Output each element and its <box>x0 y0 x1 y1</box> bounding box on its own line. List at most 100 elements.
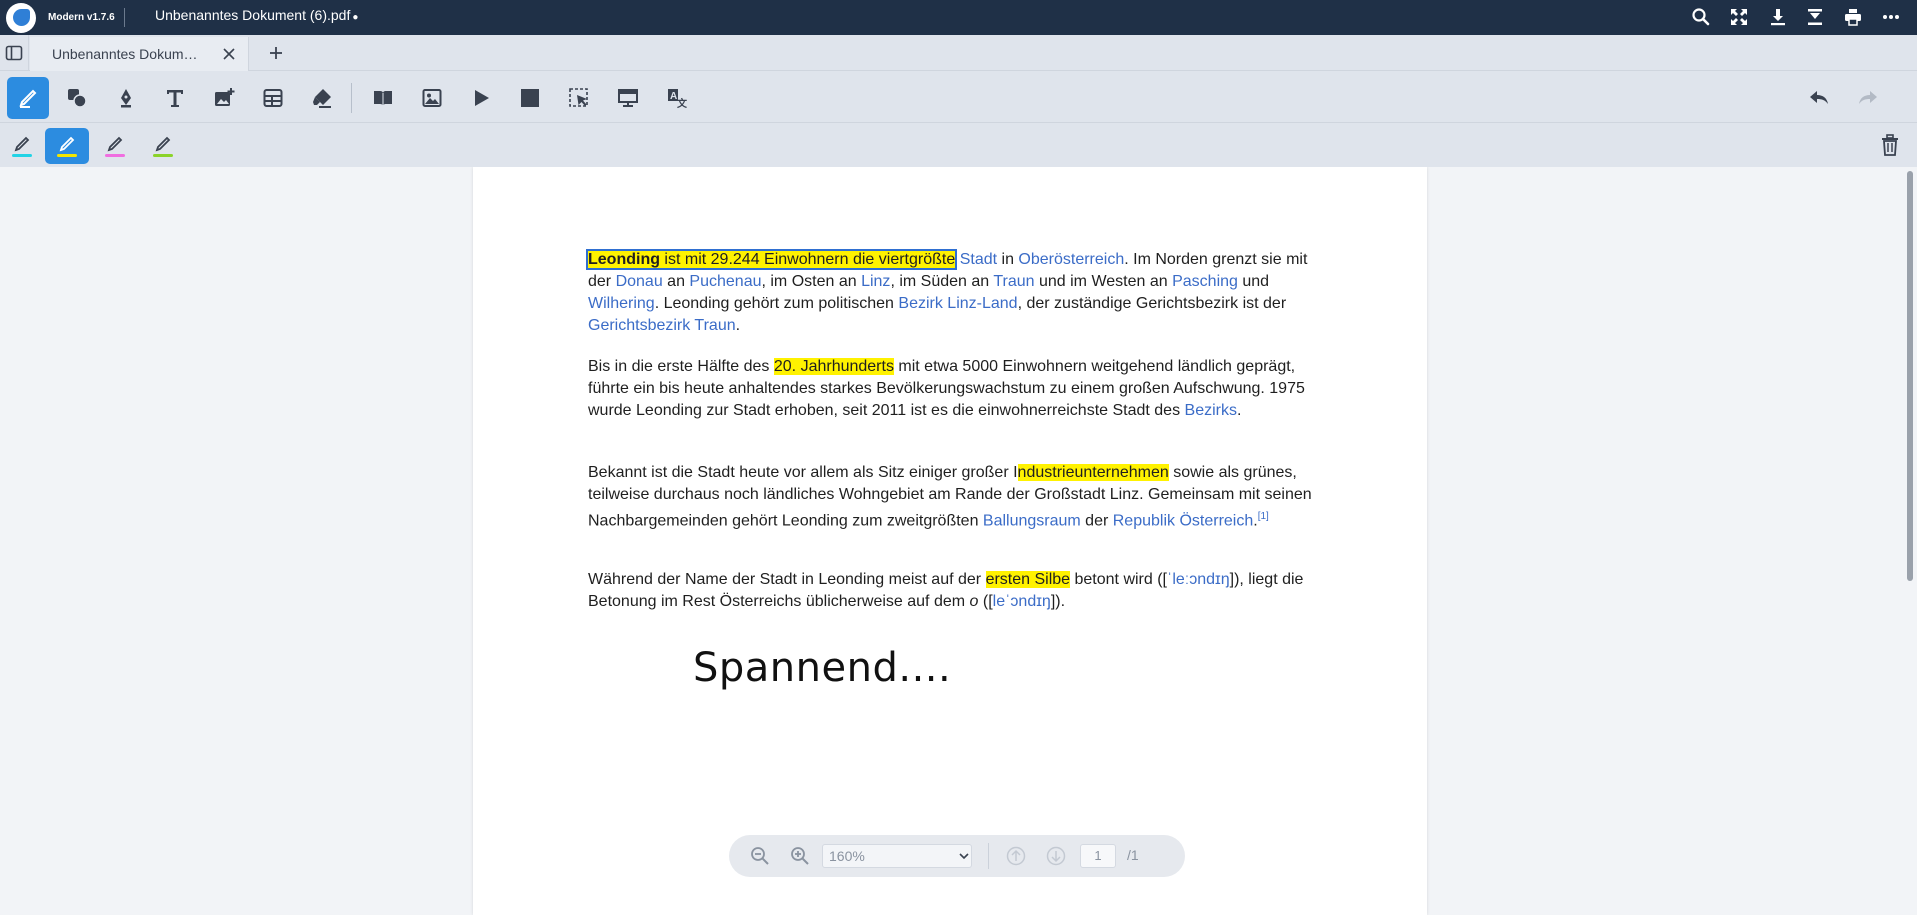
text: . <box>1236 402 1242 419</box>
paragraph-3: Bekannt ist die Stadt heute vor allem al… <box>588 462 1328 532</box>
ipa-link[interactable]: leˈɔndɪŋ <box>993 593 1051 610</box>
undo-icon <box>1810 91 1828 104</box>
scrollbar-thumb[interactable] <box>1907 171 1913 581</box>
fullscreen-button[interactable] <box>1728 7 1750 27</box>
highlight-text: Leonding <box>588 251 660 268</box>
text: Während der Name der Stadt in Leonding m… <box>588 571 986 588</box>
book-view-button[interactable] <box>362 77 404 119</box>
highlighter-yellow-button[interactable] <box>45 128 89 164</box>
presentation-button[interactable] <box>607 77 649 119</box>
ink-tool-button[interactable] <box>105 77 147 119</box>
main-toolbar: A文 <box>0 71 1917 123</box>
link-puchenau[interactable]: Puchenau <box>689 273 761 290</box>
title-bar: Modern v1.7.6 Unbenanntes Dokument (6).p… <box>0 0 1917 35</box>
tab-bar: Unbenanntes Dokument (6).pdf <box>0 35 1917 71</box>
scrollbar[interactable] <box>1905 167 1915 915</box>
text: und im Westen an <box>1034 273 1173 290</box>
link-gerichtsbezirk-traun[interactable]: Gerichtsbezirk Traun <box>588 317 736 334</box>
table-tool-button[interactable] <box>252 77 294 119</box>
eraser-tool-button[interactable] <box>301 77 343 119</box>
highlight-annotation[interactable]: ndustrieunternehmen <box>1017 464 1169 481</box>
text: an <box>662 273 690 290</box>
text: ]). <box>1050 593 1066 610</box>
text: Bekannt ist die Stadt heute vor allem al… <box>588 464 1018 481</box>
link-linz[interactable]: Linz <box>861 273 890 290</box>
highlighter-pink-icon <box>105 136 125 157</box>
save-button[interactable] <box>1804 7 1826 27</box>
highlighter-cyan-button[interactable] <box>0 128 44 164</box>
zoom-select[interactable]: 160% <box>822 844 972 868</box>
download-button[interactable] <box>1767 7 1789 27</box>
link-republik-oesterreich[interactable]: Republik Österreich <box>1113 512 1254 529</box>
chevron-down-icon <box>959 853 969 860</box>
link-stadt[interactable]: Stadt <box>960 251 997 268</box>
selected-highlight[interactable]: Leonding ist mit 29.244 Einwohnern die v… <box>585 249 958 270</box>
select-area-icon <box>569 88 588 107</box>
zoom-out-button[interactable] <box>749 845 771 867</box>
redo-button[interactable] <box>1847 77 1889 119</box>
text: , im Süden an <box>890 273 994 290</box>
tab-label: Unbenanntes Dokument (6).pdf <box>52 46 202 62</box>
text: . <box>735 317 741 334</box>
select-area-button[interactable] <box>558 77 600 119</box>
link-pasching[interactable]: Pasching <box>1172 273 1238 290</box>
stop-button[interactable] <box>509 77 551 119</box>
divider <box>988 843 989 869</box>
search-button[interactable] <box>1690 7 1712 27</box>
fullscreen-icon <box>1731 9 1747 25</box>
undo-button[interactable] <box>1798 77 1840 119</box>
close-icon[interactable] <box>222 47 236 61</box>
link-wilhering[interactable]: Wilhering <box>588 295 655 312</box>
highlight-annotation[interactable]: ersten Silbe <box>985 571 1071 588</box>
text: und <box>1237 273 1270 290</box>
highlighter-pink-button[interactable] <box>93 128 137 164</box>
link-oberoesterreich[interactable]: Oberösterreich <box>1018 251 1124 268</box>
tab-document[interactable]: Unbenanntes Dokument (6).pdf <box>30 37 249 71</box>
document-title-text: Unbenanntes Dokument (6).pdf <box>155 7 351 23</box>
text: Bis in die erste Hälfte des <box>588 358 774 375</box>
translate-icon: A文 <box>668 89 688 109</box>
arrow-down-icon <box>1046 846 1066 866</box>
more-button[interactable] <box>1880 7 1902 27</box>
pen-nib-icon <box>121 89 131 108</box>
ipa-link[interactable]: ˈleːɔndɪŋ <box>1167 571 1230 588</box>
handwritten-annotation[interactable]: Spannend.... <box>693 645 951 691</box>
previous-page-button[interactable] <box>1005 845 1027 867</box>
zoom-in-icon <box>791 847 809 865</box>
document-viewer: Leonding ist mit 29.244 Einwohnern die v… <box>0 167 1917 915</box>
link-donau[interactable]: Donau <box>616 273 663 290</box>
zoom-controls: 160% 1 /1 <box>729 835 1185 877</box>
next-page-button[interactable] <box>1045 845 1067 867</box>
redo-icon <box>1859 91 1877 104</box>
link-traun[interactable]: Traun <box>993 273 1034 290</box>
trash-icon[interactable] <box>1878 133 1902 157</box>
reference-link[interactable]: [1] <box>1258 511 1269 522</box>
highlighter-yellow-icon <box>57 136 77 157</box>
image-button[interactable] <box>411 77 453 119</box>
zoom-in-button[interactable] <box>789 845 811 867</box>
highlighter-green-icon <box>153 136 173 157</box>
add-image-button[interactable] <box>203 77 245 119</box>
sidebar-toggle-icon[interactable] <box>5 44 23 62</box>
page-number-input[interactable]: 1 <box>1080 844 1116 868</box>
link-ballungsraum[interactable]: Ballungsraum <box>983 512 1081 529</box>
paragraph-1: Leonding ist mit 29.244 Einwohnern die v… <box>585 249 1328 337</box>
text-tool-button[interactable] <box>154 77 196 119</box>
eraser-icon <box>313 89 331 108</box>
highlight-annotation[interactable]: 20. Jahrhunderts <box>773 358 894 375</box>
highlight-tool-button[interactable] <box>7 77 49 119</box>
highlighter-green-button[interactable] <box>141 128 185 164</box>
link-bezirk-linz-land[interactable]: Bezirk Linz-Land <box>898 295 1017 312</box>
shape-tool-button[interactable] <box>56 77 98 119</box>
app-name: Modern v1.7.6 <box>48 12 115 23</box>
divider <box>351 83 352 113</box>
document-title: Unbenanntes Dokument (6).pdf ● <box>155 7 358 23</box>
unsaved-indicator: ● <box>352 12 359 23</box>
add-tab-icon[interactable] <box>266 43 286 63</box>
translate-button[interactable]: A文 <box>656 77 698 119</box>
play-button[interactable] <box>460 77 502 119</box>
highlighter-color-bar <box>0 123 1917 167</box>
text: , der zuständige Gerichtsbezirk ist der <box>1017 295 1287 312</box>
print-button[interactable] <box>1842 7 1864 27</box>
link-bezirks[interactable]: Bezirks <box>1185 402 1237 419</box>
